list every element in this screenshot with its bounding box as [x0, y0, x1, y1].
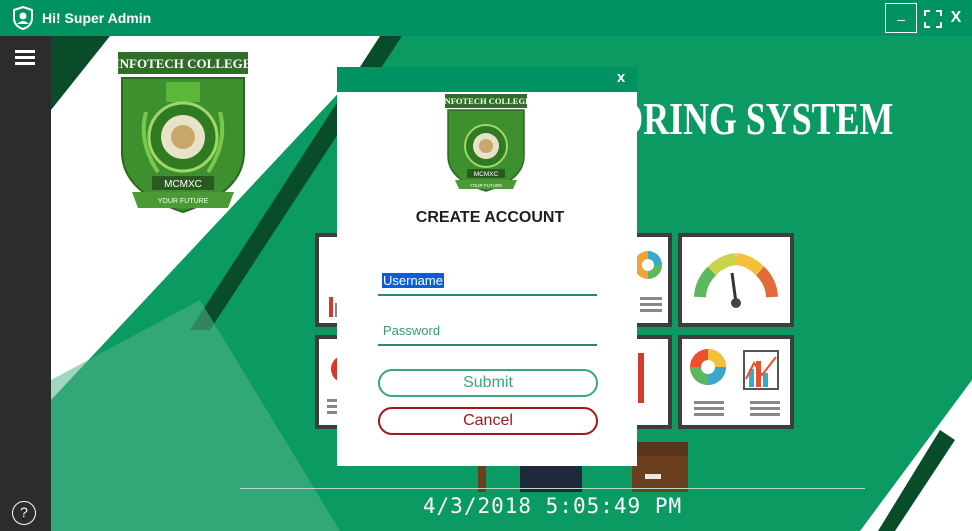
- gauge-panel: [678, 233, 794, 327]
- dialog-title: CREATE ACCOUNT: [415, 209, 565, 226]
- close-button[interactable]: X: [940, 3, 972, 33]
- system-heading: TORING SYSTEM: [592, 93, 894, 144]
- minimize-button[interactable]: –: [885, 3, 917, 33]
- logo-college-name: INFOTECH COLLEGE: [118, 56, 248, 71]
- app-window: INFOTECH COLLEGE MCMXC YOUR FUTURE TORIN…: [0, 0, 972, 531]
- datetime-divider: [240, 488, 865, 489]
- shield-user-icon: [13, 6, 33, 30]
- logo-motto: MCMXC: [164, 179, 202, 190]
- modal-header: [337, 67, 637, 92]
- window-title: Hi! Super Admin: [42, 10, 152, 26]
- current-datetime: 4/3/2018 5:05:49 PM: [422, 494, 683, 518]
- menu-icon[interactable]: [15, 50, 35, 66]
- help-button[interactable]: ?: [12, 501, 36, 525]
- sidebar: ?: [0, 36, 51, 531]
- modal-college-logo: INFOTECH COLLEGE MCMXC YOUR FUTURE: [441, 94, 531, 192]
- username-value: Username: [382, 273, 444, 288]
- cancel-button[interactable]: Cancel: [378, 407, 598, 435]
- modal-logo-motto: MCMXC: [474, 171, 499, 178]
- donut-bar-panel: [678, 335, 794, 429]
- logo-tagline: YOUR FUTURE: [158, 198, 209, 205]
- password-placeholder: Password: [383, 323, 441, 338]
- modal-logo-tagline: YOUR FUTURE: [470, 183, 503, 188]
- submit-button[interactable]: Submit: [378, 369, 598, 397]
- college-logo: INFOTECH COLLEGE MCMXC YOUR FUTURE: [115, 52, 251, 214]
- title-bar: Hi! Super Admin – X: [0, 0, 972, 36]
- modal-logo-college-name: INFOTECH COLLEGE: [445, 96, 527, 106]
- modal-close-button[interactable]: x: [612, 69, 630, 87]
